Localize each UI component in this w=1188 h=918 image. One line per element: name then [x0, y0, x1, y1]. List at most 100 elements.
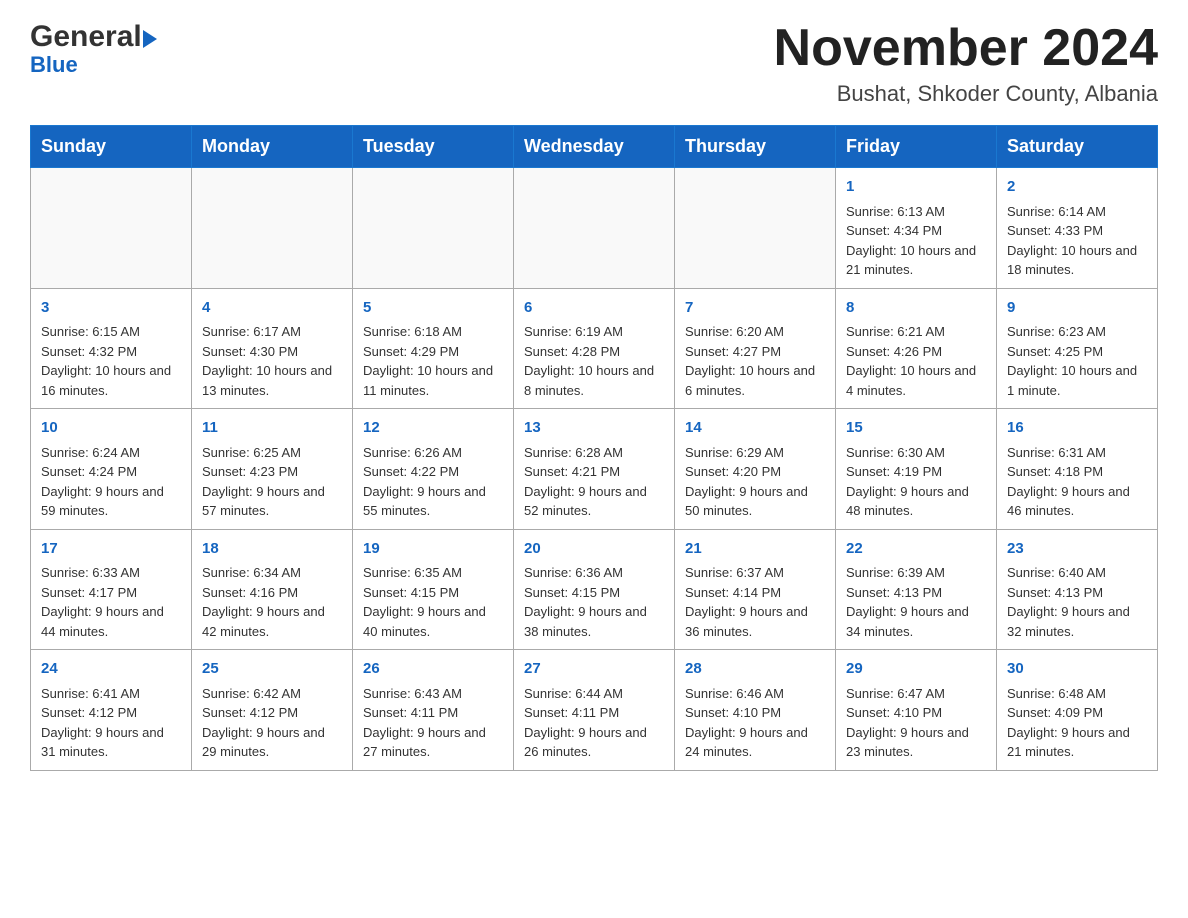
day-number: 4 — [202, 297, 342, 320]
calendar-cell: 1 Sunrise: 6:13 AMSunset: 4:34 PMDaylight… — [836, 168, 997, 289]
day-info: Sunrise: 6:29 AMSunset: 4:20 PMDaylight:… — [685, 445, 808, 519]
day-info: Sunrise: 6:28 AMSunset: 4:21 PMDaylight:… — [524, 445, 647, 519]
weekday-header-monday: Monday — [192, 126, 353, 168]
calendar-cell: 27 Sunrise: 6:44 AMSunset: 4:11 PMDayligh… — [514, 650, 675, 771]
logo-general: General — [30, 20, 142, 54]
calendar-cell: 24 Sunrise: 6:41 AMSunset: 4:12 PMDayligh… — [31, 650, 192, 771]
day-info: Sunrise: 6:19 AMSunset: 4:28 PMDaylight:… — [524, 324, 654, 398]
calendar-cell: 23Sunrise: 6:40 AMSunset: 4:13 PMDayligh… — [997, 529, 1158, 650]
day-info: Sunrise: 6:37 AMSunset: 4:14 PMDaylight:… — [685, 565, 808, 639]
title-block: November 2024 Bushat, Shkoder County, Al… — [774, 20, 1158, 107]
day-number: 27 — [524, 658, 664, 681]
day-info: Sunrise: 6:44 AMSunset: 4:11 PMDaylight:… — [524, 686, 647, 760]
subtitle: Bushat, Shkoder County, Albania — [774, 81, 1158, 107]
day-number: 7 — [685, 297, 825, 320]
day-number: 1 — [846, 176, 986, 199]
calendar-cell: 16Sunrise: 6:31 AMSunset: 4:18 PMDayligh… — [997, 409, 1158, 530]
day-info: Sunrise: 6:14 AMSunset: 4:33 PMDaylight:… — [1007, 204, 1137, 278]
calendar-cell — [514, 168, 675, 289]
day-number: 21 — [685, 538, 825, 561]
calendar-cell: 25 Sunrise: 6:42 AMSunset: 4:12 PMDayligh… — [192, 650, 353, 771]
calendar-cell: 20Sunrise: 6:36 AMSunset: 4:15 PMDayligh… — [514, 529, 675, 650]
calendar-cell: 9Sunrise: 6:23 AMSunset: 4:25 PMDaylight… — [997, 288, 1158, 409]
day-number: 5 — [363, 297, 503, 320]
day-info: Sunrise: 6:15 AMSunset: 4:32 PMDaylight:… — [41, 324, 171, 398]
day-info: Sunrise: 6:41 AMSunset: 4:12 PMDaylight:… — [41, 686, 164, 760]
calendar-week-row: 3 Sunrise: 6:15 AMSunset: 4:32 PMDaylight… — [31, 288, 1158, 409]
calendar-cell: 2 Sunrise: 6:14 AMSunset: 4:33 PMDaylight… — [997, 168, 1158, 289]
day-number: 20 — [524, 538, 664, 561]
day-number: 24 — [41, 658, 181, 681]
weekday-header-friday: Friday — [836, 126, 997, 168]
day-info: Sunrise: 6:31 AMSunset: 4:18 PMDaylight:… — [1007, 445, 1130, 519]
day-info: Sunrise: 6:25 AMSunset: 4:23 PMDaylight:… — [202, 445, 325, 519]
day-info: Sunrise: 6:23 AMSunset: 4:25 PMDaylight:… — [1007, 324, 1137, 398]
calendar-cell: 8 Sunrise: 6:21 AMSunset: 4:26 PMDaylight… — [836, 288, 997, 409]
calendar-cell: 5 Sunrise: 6:18 AMSunset: 4:29 PMDaylight… — [353, 288, 514, 409]
calendar-cell: 13 Sunrise: 6:28 AMSunset: 4:21 PMDayligh… — [514, 409, 675, 530]
main-title: November 2024 — [774, 20, 1158, 77]
day-info: Sunrise: 6:43 AMSunset: 4:11 PMDaylight:… — [363, 686, 486, 760]
calendar-cell: 10Sunrise: 6:24 AMSunset: 4:24 PMDayligh… — [31, 409, 192, 530]
calendar-cell: 17Sunrise: 6:33 AMSunset: 4:17 PMDayligh… — [31, 529, 192, 650]
day-number: 8 — [846, 297, 986, 320]
calendar-cell: 26 Sunrise: 6:43 AMSunset: 4:11 PMDayligh… — [353, 650, 514, 771]
calendar-body: 1 Sunrise: 6:13 AMSunset: 4:34 PMDaylight… — [31, 168, 1158, 771]
calendar-cell: 14 Sunrise: 6:29 AMSunset: 4:20 PMDayligh… — [675, 409, 836, 530]
day-number: 3 — [41, 297, 181, 320]
day-number: 14 — [685, 417, 825, 440]
weekday-header-wednesday: Wednesday — [514, 126, 675, 168]
calendar-week-row: 17Sunrise: 6:33 AMSunset: 4:17 PMDayligh… — [31, 529, 1158, 650]
day-number: 28 — [685, 658, 825, 681]
day-number: 11 — [202, 417, 342, 440]
day-info: Sunrise: 6:35 AMSunset: 4:15 PMDaylight:… — [363, 565, 486, 639]
day-number: 22 — [846, 538, 986, 561]
day-number: 2 — [1007, 176, 1147, 199]
day-info: Sunrise: 6:46 AMSunset: 4:10 PMDaylight:… — [685, 686, 808, 760]
calendar-cell: 12 Sunrise: 6:26 AMSunset: 4:22 PMDayligh… — [353, 409, 514, 530]
day-number: 15 — [846, 417, 986, 440]
calendar-cell: 11 Sunrise: 6:25 AMSunset: 4:23 PMDayligh… — [192, 409, 353, 530]
day-info: Sunrise: 6:47 AMSunset: 4:10 PMDaylight:… — [846, 686, 969, 760]
day-info: Sunrise: 6:48 AMSunset: 4:09 PMDaylight:… — [1007, 686, 1130, 760]
calendar-cell: 6 Sunrise: 6:19 AMSunset: 4:28 PMDaylight… — [514, 288, 675, 409]
calendar-cell: 7 Sunrise: 6:20 AMSunset: 4:27 PMDaylight… — [675, 288, 836, 409]
day-info: Sunrise: 6:17 AMSunset: 4:30 PMDaylight:… — [202, 324, 332, 398]
calendar-cell — [31, 168, 192, 289]
logo-arrow-icon — [143, 30, 157, 48]
day-number: 30 — [1007, 658, 1147, 681]
day-number: 10 — [41, 417, 181, 440]
day-info: Sunrise: 6:18 AMSunset: 4:29 PMDaylight:… — [363, 324, 493, 398]
day-number: 6 — [524, 297, 664, 320]
day-info: Sunrise: 6:20 AMSunset: 4:27 PMDaylight:… — [685, 324, 815, 398]
day-info: Sunrise: 6:13 AMSunset: 4:34 PMDaylight:… — [846, 204, 976, 278]
calendar-cell: 3 Sunrise: 6:15 AMSunset: 4:32 PMDaylight… — [31, 288, 192, 409]
day-info: Sunrise: 6:42 AMSunset: 4:12 PMDaylight:… — [202, 686, 325, 760]
calendar-cell — [675, 168, 836, 289]
weekday-header-sunday: Sunday — [31, 126, 192, 168]
calendar-week-row: 10Sunrise: 6:24 AMSunset: 4:24 PMDayligh… — [31, 409, 1158, 530]
calendar-cell — [353, 168, 514, 289]
calendar-cell: 29Sunrise: 6:47 AMSunset: 4:10 PMDayligh… — [836, 650, 997, 771]
day-number: 12 — [363, 417, 503, 440]
day-number: 18 — [202, 538, 342, 561]
day-number: 26 — [363, 658, 503, 681]
calendar-cell: 21 Sunrise: 6:37 AMSunset: 4:14 PMDayligh… — [675, 529, 836, 650]
day-number: 13 — [524, 417, 664, 440]
calendar-cell: 19Sunrise: 6:35 AMSunset: 4:15 PMDayligh… — [353, 529, 514, 650]
day-number: 17 — [41, 538, 181, 561]
calendar-cell: 22 Sunrise: 6:39 AMSunset: 4:13 PMDayligh… — [836, 529, 997, 650]
day-info: Sunrise: 6:40 AMSunset: 4:13 PMDaylight:… — [1007, 565, 1130, 639]
calendar-week-row: 24 Sunrise: 6:41 AMSunset: 4:12 PMDayligh… — [31, 650, 1158, 771]
day-number: 25 — [202, 658, 342, 681]
logo-blue: Blue — [30, 52, 78, 78]
day-info: Sunrise: 6:26 AMSunset: 4:22 PMDaylight:… — [363, 445, 486, 519]
calendar-week-row: 1 Sunrise: 6:13 AMSunset: 4:34 PMDaylight… — [31, 168, 1158, 289]
day-info: Sunrise: 6:39 AMSunset: 4:13 PMDaylight:… — [846, 565, 969, 639]
calendar-cell: 28 Sunrise: 6:46 AMSunset: 4:10 PMDayligh… — [675, 650, 836, 771]
day-info: Sunrise: 6:34 AMSunset: 4:16 PMDaylight:… — [202, 565, 325, 639]
logo: General Blue — [30, 20, 158, 78]
calendar-cell: 18 Sunrise: 6:34 AMSunset: 4:16 PMDayligh… — [192, 529, 353, 650]
calendar-cell: 30 Sunrise: 6:48 AMSunset: 4:09 PMDayligh… — [997, 650, 1158, 771]
day-info: Sunrise: 6:21 AMSunset: 4:26 PMDaylight:… — [846, 324, 976, 398]
